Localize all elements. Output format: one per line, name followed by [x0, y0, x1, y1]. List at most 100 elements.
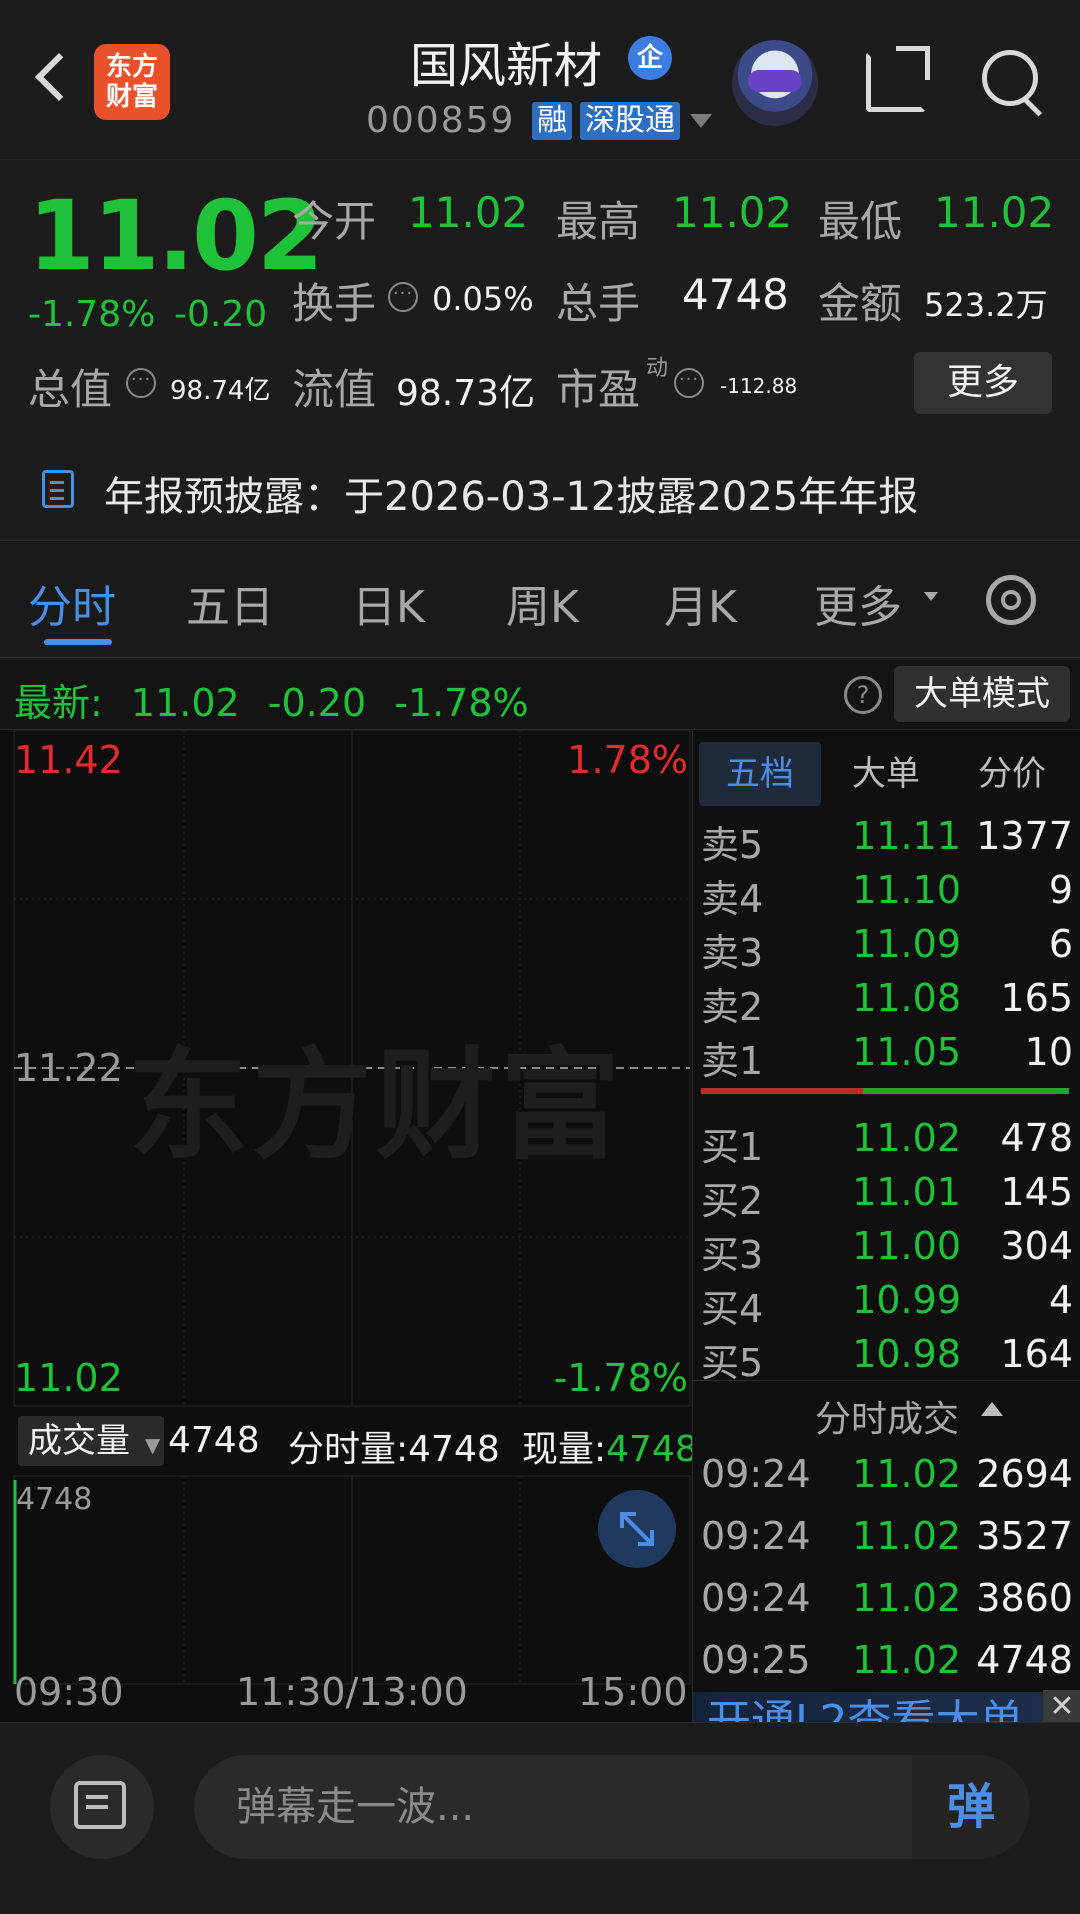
bid-volume: 145: [1000, 1170, 1073, 1214]
eastmoney-logo[interactable]: 东方 财富: [94, 44, 170, 120]
tick-price: 11.02: [852, 1514, 961, 1558]
buy-pressure-bar: [863, 1088, 1069, 1094]
latest-label: 最新:: [14, 681, 103, 725]
tick-trades-collapse-icon[interactable]: [981, 1402, 1003, 1416]
pe-label: 市盈: [556, 365, 641, 414]
change-percent: -1.78%: [28, 294, 156, 335]
y-axis-bottom-price: 11.02: [14, 1356, 123, 1400]
chart-settings-gear-icon[interactable]: [986, 575, 1036, 625]
tab-five-day[interactable]: 五日: [186, 571, 274, 635]
ask-volume: 165: [1000, 976, 1073, 1020]
turnover-label: 换手: [292, 279, 377, 328]
bid-price: 11.01: [852, 1170, 961, 1214]
ask-volume: 1377: [976, 814, 1073, 858]
tab-monthly-k[interactable]: 月K: [664, 571, 737, 635]
latest-percent: -1.78%: [394, 681, 529, 725]
ask-row: 卖3 11.09 6: [693, 922, 1080, 976]
change-amount: -0.20: [174, 294, 268, 335]
ask-level-name: 卖4: [701, 877, 764, 921]
ask-row: 卖2 11.08 165: [693, 976, 1080, 1030]
ask-row: 卖4 11.10 9: [693, 868, 1080, 922]
tab-more[interactable]: 更多: [814, 571, 902, 635]
bottom-comment-bar: 弹: [0, 1722, 1080, 1914]
big-order-mode-button[interactable]: 大单模式: [894, 666, 1070, 722]
share-arrow-icon: [896, 46, 930, 80]
pe-dynamic-sup: 动: [646, 356, 669, 381]
latest-change: -0.20: [267, 681, 367, 725]
chart-period-tabs: 分时 五日 日K 周K 月K 更多: [0, 540, 1080, 658]
tick-time: 09:25: [701, 1638, 811, 1682]
bid-volume: 4: [1048, 1278, 1073, 1322]
annual-report-notice[interactable]: 年报预披露：于2026-03-12披露2025年年报: [104, 464, 918, 522]
search-icon-handle: [1022, 97, 1043, 117]
tick-volume: 3860: [976, 1576, 1073, 1620]
float-value-label: 流值: [292, 365, 377, 414]
bid-level-name: 买4: [701, 1287, 764, 1331]
logo-text-line1: 东方: [105, 52, 158, 82]
volume-selector-label: 成交量: [28, 1421, 130, 1461]
ask-price: 11.10: [852, 868, 961, 912]
turnover-info-icon[interactable]: ···: [388, 282, 418, 312]
notes-button[interactable]: [50, 1755, 154, 1859]
intraday-chart[interactable]: 东方财富 11.42 1.78% 11.22 11.02 -1.78% 成交量 …: [0, 730, 698, 1722]
tick-time: 09:24: [701, 1452, 811, 1496]
book-divider: [693, 1380, 1080, 1381]
bid-price: 10.98: [852, 1332, 961, 1376]
open-label: 今开: [292, 197, 377, 246]
bid-volume: 164: [1000, 1332, 1073, 1376]
search-icon[interactable]: [982, 50, 1038, 106]
stock-switch-dropdown-icon[interactable]: [690, 114, 712, 128]
price-grid: [13, 730, 691, 1685]
total-value: 98.74亿: [170, 376, 271, 406]
y-axis-top-percent: 1.78%: [567, 738, 688, 782]
ask-price: 11.05: [852, 1030, 961, 1074]
fullscreen-expand-button[interactable]: [598, 1490, 676, 1568]
order-book-panel: 五档 大单 分价 卖5 11.11 1377 卖4 11.10 9 卖3 11.09 6 卖…: [692, 730, 1080, 1752]
close-icon[interactable]: ✕: [1043, 1690, 1080, 1724]
help-question-icon[interactable]: ?: [844, 676, 882, 714]
bid-level-name: 买1: [701, 1125, 764, 1169]
report-document-icon: [42, 470, 74, 508]
y-axis-top-price: 11.42: [14, 738, 123, 782]
stock-code: 000859: [366, 100, 516, 141]
bid-row: 买3 11.00 304: [693, 1224, 1080, 1278]
y-axis-mid-price: 11.22: [14, 1046, 123, 1090]
y-axis-bottom-percent: -1.78%: [553, 1356, 688, 1400]
back-chevron-icon[interactable]: [34, 52, 84, 102]
pe-value: -112.88: [720, 374, 798, 398]
danmu-input[interactable]: [194, 1755, 1030, 1859]
tick-volume: 4748: [976, 1638, 1073, 1682]
last-price: 11.02: [28, 180, 324, 292]
book-tab-big-orders[interactable]: 大单: [825, 742, 947, 806]
tab-daily-k[interactable]: 日K: [352, 571, 425, 635]
latest-price-bar: 最新: 11.02 -0.20 -1.78% ? 大单模式: [0, 660, 1080, 730]
total-value-info-icon[interactable]: ···: [126, 368, 156, 398]
tab-intraday[interactable]: 分时: [28, 571, 116, 635]
bid-row: 买5 10.98 164: [693, 1332, 1080, 1386]
ask-price: 11.08: [852, 976, 961, 1020]
current-volume-label: 现量:: [522, 1429, 607, 1470]
sell-pressure-bar: [701, 1088, 863, 1094]
x-axis-close-time: 15:00: [578, 1670, 688, 1714]
tab-weekly-k[interactable]: 周K: [506, 571, 579, 635]
bid-volume: 304: [1000, 1224, 1073, 1268]
tick-trades-title[interactable]: 分时成交: [693, 1390, 1080, 1442]
float-value: 98.73亿: [396, 373, 536, 414]
more-quote-button[interactable]: 更多: [914, 352, 1052, 414]
volume-indicator-selector[interactable]: 成交量 ▼: [18, 1416, 164, 1466]
bid-level-name: 买3: [701, 1233, 764, 1277]
bid-row: 买1 11.02 478: [693, 1116, 1080, 1170]
period-volume: 分时量:4748: [288, 1429, 500, 1470]
watermark-text: 东方财富: [128, 1037, 624, 1176]
book-tab-five-levels[interactable]: 五档: [699, 742, 821, 806]
bid-price: 11.00: [852, 1224, 961, 1268]
book-tab-price-distribution[interactable]: 分价: [951, 742, 1073, 806]
chart-grid-svg: [13, 730, 691, 1685]
notes-icon: [74, 1781, 126, 1829]
pe-info-icon[interactable]: ···: [674, 368, 704, 398]
danmu-send-button[interactable]: 弹: [912, 1755, 1030, 1859]
latest-price: 11.02: [130, 681, 240, 725]
ask-row: 卖1 11.05 10: [693, 1030, 1080, 1084]
expand-arrows-icon: [620, 1512, 654, 1546]
tick-price: 11.02: [852, 1638, 961, 1682]
